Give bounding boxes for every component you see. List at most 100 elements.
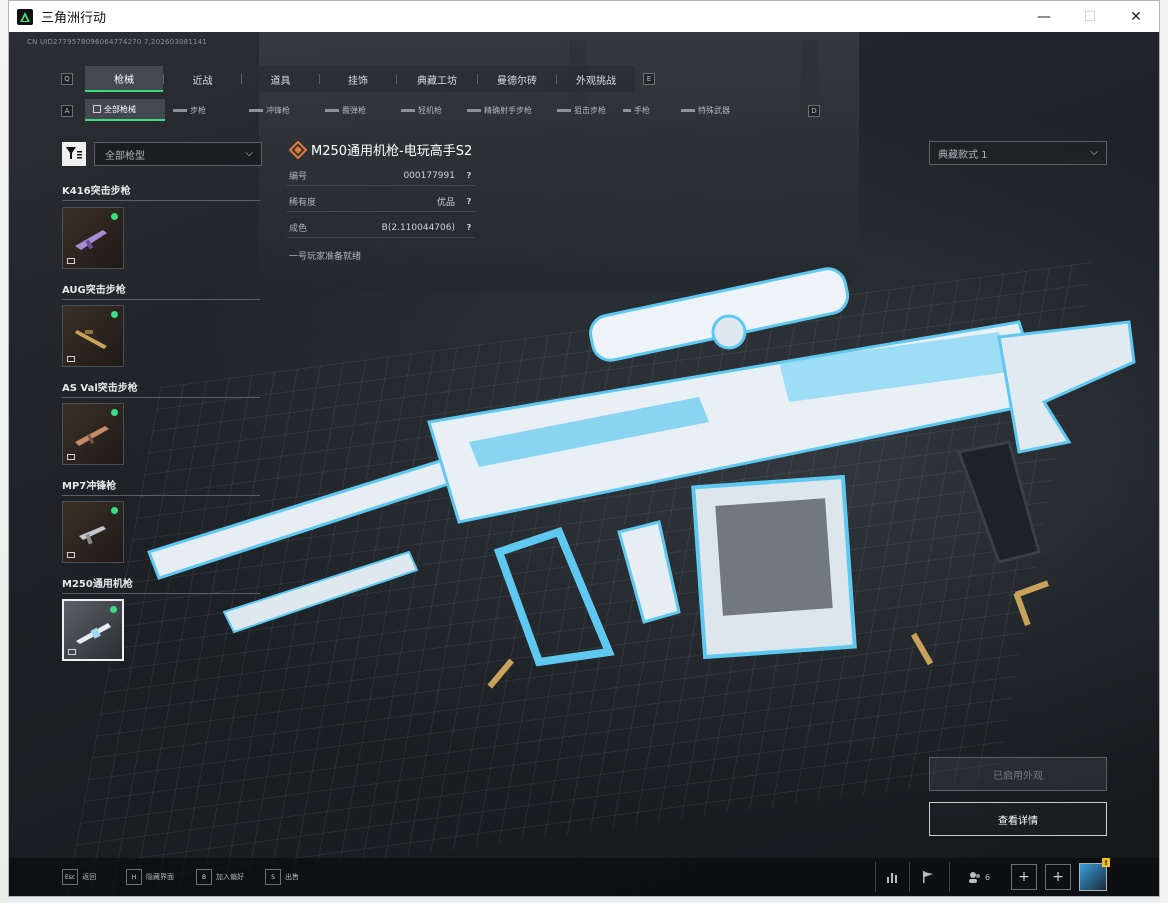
weapon-thumb-asval[interactable]	[62, 403, 124, 465]
weapon-thumb-m250[interactable]	[62, 599, 124, 661]
weapon-thumb-k416[interactable]	[62, 207, 124, 269]
skin-style-value: 典藏款式 1	[938, 149, 988, 161]
subtab-label: 特殊武器	[698, 105, 730, 115]
friends-button[interactable]: 6	[959, 864, 999, 890]
detail-row-wear: 成色 B(2.110044706) ?	[287, 218, 475, 238]
key-s: S	[265, 869, 281, 885]
gun-type-dropdown[interactable]: 全部枪型 ⌵	[94, 142, 262, 166]
filter-icon	[66, 147, 82, 159]
skin-style-dropdown[interactable]: 典藏款式 1 ⌵	[929, 141, 1107, 165]
subtab-next-key[interactable]: D	[808, 105, 820, 117]
rifle-thumbnail-icon	[75, 230, 107, 250]
subtab-sniper[interactable]: 狙击步枪	[549, 99, 615, 121]
owned-indicator	[110, 606, 117, 613]
rifle-icon	[173, 108, 187, 112]
tab-melee[interactable]: 近战	[164, 66, 241, 92]
subtab-label: 轻机枪	[418, 105, 442, 115]
add-button-2[interactable]: +	[1045, 864, 1071, 890]
app-logo-icon	[17, 8, 33, 25]
subtab-rifles[interactable]: 步枪	[165, 99, 241, 121]
case-handle-background	[569, 40, 819, 150]
subtab-label: 手枪	[634, 105, 650, 115]
detail-value: B(2.110044706)	[381, 222, 455, 233]
flag-icon[interactable]	[914, 864, 942, 890]
game-window: 三角洲行动 — ☐ ✕ CN UID2779578096064774270 7,…	[8, 0, 1160, 897]
chevron-down-icon: ⌵	[245, 148, 253, 159]
help-icon[interactable]: ?	[463, 170, 475, 182]
grid-icon	[93, 105, 101, 113]
help-icon[interactable]: ?	[463, 222, 475, 234]
key-h: H	[126, 869, 142, 885]
friends-icon	[968, 872, 980, 883]
avatar[interactable]: !	[1079, 858, 1110, 891]
owned-indicator	[111, 507, 118, 514]
weapon-name-asval: AS Val突击步枪	[62, 383, 138, 394]
subtab-label: 霰弹枪	[342, 105, 366, 115]
rarity-diamond-icon	[289, 141, 307, 159]
desktop-background-right	[1160, 0, 1168, 903]
weapon-thumb-mp7[interactable]	[62, 501, 124, 563]
subtab-shotguns[interactable]: 霰弹枪	[317, 99, 393, 121]
tab-items[interactable]: 道具	[242, 66, 319, 92]
hint-sell[interactable]: S 出售	[265, 868, 299, 886]
detail-key: 编号	[289, 172, 308, 182]
weapon-name-mp7: MP7冲锋枪	[62, 481, 117, 492]
subtab-pistols[interactable]: 手枪	[615, 99, 673, 121]
detail-key: 成色	[289, 224, 308, 234]
subtab-all-firearms[interactable]: 全部枪械	[85, 99, 165, 121]
tab-appearance-challenge[interactable]: 外观挑战	[557, 66, 635, 92]
owned-indicator	[111, 213, 118, 220]
tab-firearms[interactable]: 枪械	[85, 66, 163, 92]
image-icon	[67, 258, 75, 264]
add-button-1[interactable]: +	[1011, 864, 1037, 890]
key-b: B	[196, 869, 212, 885]
close-button[interactable]: ✕	[1113, 1, 1159, 32]
sub-tab-bar: 全部枪械 步枪 冲锋枪 霰弹枪 轻机枪 精确射手步枪 狙击步枪 手枪 特殊武器	[85, 99, 740, 121]
applied-skin-button[interactable]: 已启用外观	[929, 757, 1107, 791]
image-icon	[67, 356, 75, 362]
subtab-lmg[interactable]: 轻机枪	[393, 99, 459, 121]
filter-button[interactable]	[62, 142, 86, 166]
hint-add-favorite[interactable]: B 加入偏好	[196, 868, 244, 886]
lmg-icon	[401, 108, 415, 112]
game-viewport: CN UID2779578096064774270 7,202603081141…	[9, 32, 1159, 896]
subtab-prev-key[interactable]: A	[61, 105, 73, 117]
stats-icon[interactable]	[879, 864, 907, 890]
hint-label: 加入偏好	[216, 873, 244, 881]
detail-value: 优品	[436, 198, 455, 208]
tab-prev-key[interactable]: Q	[61, 73, 73, 85]
hint-label: 出售	[285, 873, 299, 881]
player-uid: CN UID2779578096064774270 7,202603081141	[27, 38, 207, 46]
subtab-label: 全部枪械	[104, 104, 136, 114]
smg-icon	[249, 108, 263, 112]
image-icon	[67, 454, 75, 460]
tab-next-key[interactable]: E	[643, 73, 655, 85]
top-tab-bar: 枪械 近战 道具 挂饰 典藏工坊 曼德尔砖 外观挑战	[85, 66, 635, 92]
detail-row-serial: 编号 000177991 ?	[287, 166, 475, 186]
weapon-thumb-aug[interactable]	[62, 305, 124, 367]
hint-back[interactable]: Esc 返回	[62, 868, 96, 886]
subtab-smg[interactable]: 冲锋枪	[241, 99, 317, 121]
maximize-button[interactable]: ☐	[1067, 1, 1113, 32]
sniper-icon	[557, 108, 571, 112]
hint-label: 隐藏界面	[146, 873, 174, 881]
view-details-button[interactable]: 查看详情	[929, 802, 1107, 836]
pistol-icon	[623, 108, 631, 112]
weapon-name-aug: AUG突击步枪	[62, 285, 126, 296]
subtab-label: 狙击步枪	[574, 105, 606, 115]
shotgun-icon	[325, 108, 339, 112]
subtab-label: 冲锋枪	[266, 105, 290, 115]
weapon-model-m250[interactable]	[139, 252, 1139, 712]
bottom-bar: Esc 返回 H 隐藏界面 B 加入偏好 S 出售 6 + + !	[9, 858, 1159, 896]
hint-hide-ui[interactable]: H 隐藏界面	[126, 868, 174, 886]
subtab-dmr[interactable]: 精确射手步枪	[459, 99, 549, 121]
subtab-special[interactable]: 特殊武器	[673, 99, 740, 121]
dmr-icon	[467, 108, 481, 112]
help-icon[interactable]: ?	[463, 196, 475, 208]
tab-charms[interactable]: 挂饰	[320, 66, 396, 92]
minimize-button[interactable]: —	[1021, 1, 1067, 32]
key-esc: Esc	[62, 869, 79, 885]
tab-mandel-brick[interactable]: 曼德尔砖	[478, 66, 556, 92]
detail-value: 000177991	[403, 170, 455, 181]
tab-collection-workshop[interactable]: 典藏工坊	[397, 66, 477, 92]
